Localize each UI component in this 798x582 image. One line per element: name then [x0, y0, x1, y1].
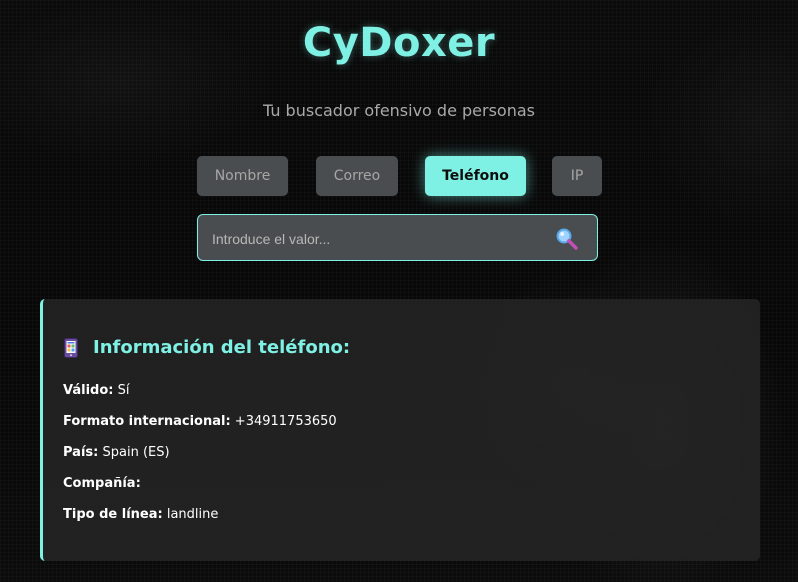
app-subtitle: Tu buscador ofensivo de personas [262, 101, 535, 120]
tab-ip[interactable]: IP [552, 156, 602, 196]
row-key: País: [63, 445, 99, 460]
search-button[interactable] [555, 227, 579, 251]
row-tipo-de-linea: Tipo de línea: landline [63, 507, 218, 522]
app-title: CyDoxer [302, 20, 496, 66]
search-input[interactable] [210, 215, 544, 262]
row-compania: Compañía: [63, 476, 141, 491]
row-key: Tipo de línea: [63, 507, 163, 522]
row-value: Spain (ES) [102, 445, 170, 460]
row-formato-internacional: Formato internacional: +34911753650 [63, 414, 337, 429]
card-title-text: Información del teléfono: [93, 337, 351, 358]
phone-info-card: Información del teléfono: Válido: Sí For… [40, 299, 760, 561]
magnifier-icon [556, 228, 578, 250]
tab-correo[interactable]: Correo [316, 156, 398, 196]
row-valido: Válido: Sí [63, 383, 130, 398]
row-key: Compañía: [63, 476, 141, 491]
mobile-phone-icon [64, 337, 78, 358]
search-box [197, 214, 598, 262]
row-key: Formato internacional: [63, 414, 231, 429]
card-title: Información del teléfono: [63, 337, 350, 358]
row-key: Válido: [63, 383, 114, 398]
row-value: +34911753650 [234, 414, 337, 429]
row-value: landline [166, 507, 219, 522]
row-value: Sí [117, 383, 130, 398]
row-pais: País: Spain (ES) [63, 445, 170, 460]
tab-telefono[interactable]: Teléfono [425, 156, 526, 196]
tab-nombre[interactable]: Nombre [197, 156, 288, 196]
